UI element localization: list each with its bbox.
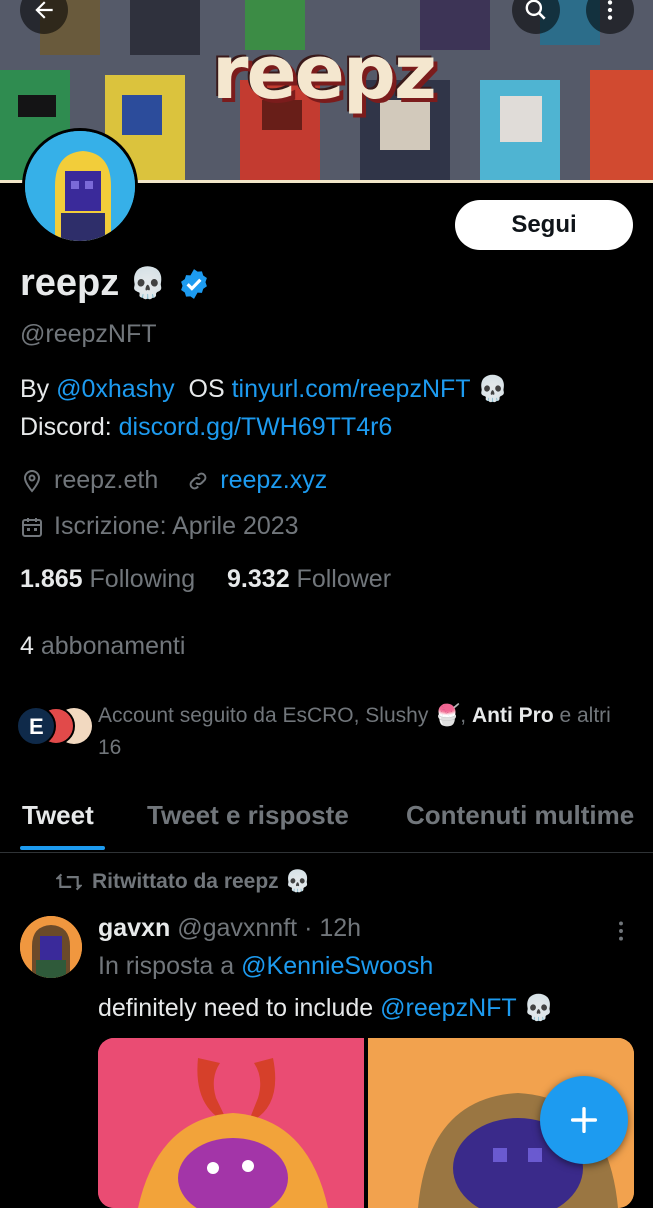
avatar-image: [25, 131, 135, 241]
compose-plus-icon: [570, 1106, 598, 1134]
profile-tabs: Tweet Tweet e risposte Contenuti multime: [0, 790, 653, 853]
bio-mention-link[interactable]: @0xhashy: [56, 375, 175, 403]
banner-logo: reepz: [212, 30, 437, 116]
active-tab-indicator: [20, 846, 105, 850]
tweet-author-name[interactable]: gavxn: [98, 914, 170, 942]
tab-tweet[interactable]: Tweet: [22, 800, 94, 831]
svg-text:E: E: [29, 714, 44, 739]
profile-meta-row: reepz.eth reepz.xyz: [20, 466, 327, 495]
followed-by-avatars[interactable]: E: [16, 706, 92, 746]
tab-tweet-replies[interactable]: Tweet e risposte: [147, 800, 349, 831]
tweet-avatar-image: [20, 916, 82, 978]
subscriptions-link[interactable]: 4 abbonamenti: [20, 632, 185, 661]
tweet-reply-to: In risposta a @KennieSwoosh: [98, 952, 433, 981]
link-icon: [189, 472, 207, 489]
back-arrow-icon: [35, 1, 53, 19]
bio-prefix: By: [20, 375, 57, 403]
profile-location: reepz.eth: [54, 466, 159, 494]
bio-tinyurl-link[interactable]: tinyurl.com/reepzNFT: [232, 375, 471, 403]
profile-stats: 1.865 Following 9.332 Follower: [20, 565, 391, 594]
bio-discord-link[interactable]: discord.gg/TWH69TT4r6: [119, 413, 393, 441]
tweet-image-1[interactable]: [98, 1038, 364, 1208]
followers-link[interactable]: 9.332 Follower: [227, 565, 391, 593]
retweeted-by: Ritwittato da reepz 💀: [92, 870, 311, 893]
compose-tweet-button[interactable]: [540, 1076, 628, 1164]
retweet-icon: [56, 873, 82, 891]
tweet-more-icon[interactable]: [608, 918, 634, 944]
retweet-context[interactable]: Ritwittato da reepz 💀: [56, 870, 311, 894]
profile-bio: By @0xhashy OS tinyurl.com/reepzNFT 💀 Di…: [20, 370, 640, 446]
profile-joined-row: Iscrizione: Aprile 2023: [20, 512, 299, 541]
bio-emoji: 💀: [470, 375, 509, 403]
following-link[interactable]: 1.865 Following: [20, 565, 195, 593]
tweet-author-handle[interactable]: @gavxnnft: [177, 914, 297, 942]
subs-count: 4: [20, 632, 34, 660]
followed-by-text[interactable]: Account seguito da EsCRO, Slushy 🍧, Anti…: [98, 700, 638, 764]
calendar-icon: [22, 517, 42, 537]
tweet-header: gavxn @gavxnnft · 12h: [98, 914, 361, 943]
following-label: Following: [89, 565, 196, 593]
profile-website-link[interactable]: reepz.xyz: [220, 466, 327, 495]
bio-os-text: OS: [174, 375, 232, 403]
bio-discord-label: Discord:: [20, 413, 119, 441]
profile-name: reepz 💀: [20, 262, 211, 305]
tweet-text-emoji: 💀: [516, 994, 555, 1022]
subs-label: abbonamenti: [40, 632, 186, 660]
verified-badge-icon[interactable]: [177, 267, 211, 301]
tweet-mention-link[interactable]: @reepzNFT: [380, 994, 516, 1022]
location-icon: [23, 469, 41, 493]
tweet-text-prefix: definitely need to include: [98, 994, 381, 1022]
profile-name-text: reepz: [20, 262, 120, 304]
followed-by-prefix: Account seguito da EsCRO, Slushy 🍧,: [98, 704, 472, 727]
tweet-text: definitely need to include @reepzNFT 💀: [98, 994, 554, 1023]
follow-button[interactable]: Segui: [455, 200, 633, 250]
tweet-image-1-art: [98, 1038, 364, 1208]
followers-count: 9.332: [227, 565, 290, 593]
tab-media[interactable]: Contenuti multime: [406, 800, 634, 831]
following-count: 1.865: [20, 565, 83, 593]
followers-label: Follower: [296, 565, 392, 593]
reply-prefix: In risposta a: [98, 952, 242, 980]
profile-handle: @reepzNFT: [20, 320, 157, 348]
more-icon: [607, 0, 613, 20]
tweet-author-avatar[interactable]: [20, 916, 82, 978]
tweet-time: · 12h: [304, 914, 362, 942]
followed-by-bold: Anti Pro: [471, 704, 554, 727]
profile-avatar[interactable]: [22, 128, 138, 244]
profile-joined: Iscrizione: Aprile 2023: [54, 512, 299, 540]
name-emoji: 💀: [129, 267, 167, 300]
search-icon: [525, 0, 546, 20]
reply-to-link[interactable]: @KennieSwoosh: [241, 952, 433, 980]
